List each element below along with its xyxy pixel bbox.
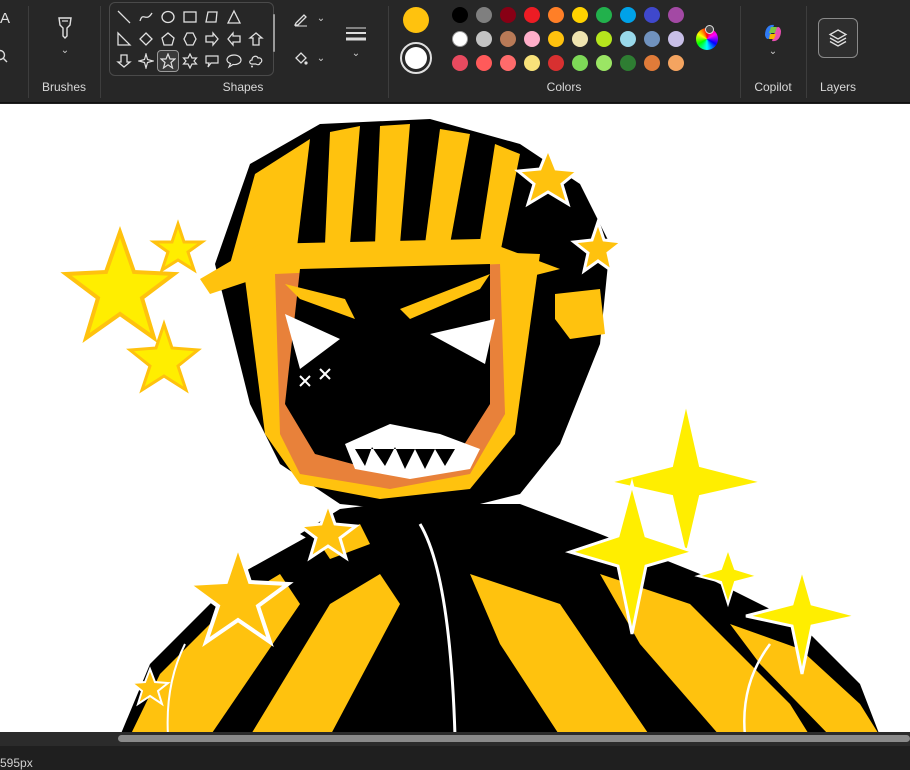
palette-swatch[interactable] <box>596 31 612 47</box>
chevron-down-icon: ⌄ <box>316 53 326 64</box>
palette-swatch[interactable] <box>572 55 588 71</box>
layers-icon <box>828 29 848 47</box>
palette-swatch[interactable] <box>548 7 564 23</box>
six-point-star-shape-icon[interactable] <box>180 51 200 71</box>
status-bar: 595px <box>0 746 910 770</box>
shapes-gallery-scrollbar[interactable] <box>273 14 275 52</box>
ribbon-separator <box>28 6 29 98</box>
up-arrow-shape-icon[interactable] <box>246 29 266 49</box>
palette-swatch[interactable] <box>524 7 540 23</box>
brushes-button[interactable]: ⌄ <box>48 10 82 62</box>
line-size-icon <box>346 27 366 41</box>
palette-swatch[interactable] <box>620 7 636 23</box>
colors-group-label: Colors <box>546 80 582 94</box>
diamond-shape-icon[interactable] <box>136 29 156 49</box>
ribbon-toolbar: A ⌄ Brushes Shapes ⌄ ⌄ ⌄ Colors ⌄ Copilo… <box>0 0 910 103</box>
palette-swatch[interactable] <box>572 7 588 23</box>
oval-shape-icon[interactable] <box>158 7 178 27</box>
star <box>126 319 202 394</box>
shapes-group-label: Shapes <box>222 80 264 94</box>
palette-swatch[interactable] <box>596 55 612 71</box>
palette-swatch[interactable] <box>452 55 468 71</box>
size-button[interactable]: ⌄ <box>340 20 372 64</box>
fill-bucket-icon <box>294 52 308 65</box>
palette-swatch[interactable] <box>644 7 660 23</box>
chevron-down-icon: ⌄ <box>60 45 70 56</box>
edit-colors-dot <box>705 25 714 34</box>
palette-swatch[interactable] <box>476 31 492 47</box>
shape-outline-button[interactable]: ⌄ <box>288 8 330 30</box>
horizontal-scrollbar-thumb[interactable] <box>118 735 910 742</box>
secondary-color-swatch[interactable] <box>405 47 427 69</box>
oval-callout-shape-icon[interactable] <box>224 51 244 71</box>
rectangle-shape-icon[interactable] <box>180 7 200 27</box>
brush-icon <box>58 17 72 39</box>
rect-callout-shape-icon[interactable] <box>202 51 222 71</box>
palette-swatch[interactable] <box>476 7 492 23</box>
palette-swatch[interactable] <box>668 7 684 23</box>
line-shape-icon[interactable] <box>114 7 134 27</box>
left-arrow-shape-icon[interactable] <box>224 29 244 49</box>
palette-swatch[interactable] <box>644 55 660 71</box>
star <box>149 219 207 274</box>
horizontal-scrollbar[interactable] <box>0 732 910 746</box>
layers-button[interactable] <box>818 18 858 58</box>
layers-group-label: Layers <box>819 80 857 94</box>
copilot-group-label: Copilot <box>754 80 792 94</box>
chevron-down-icon: ⌄ <box>316 13 326 24</box>
triangle-shape-icon[interactable] <box>224 7 244 27</box>
canvas-size-text: 595px <box>0 756 33 770</box>
ribbon-separator <box>740 6 741 98</box>
partial-text-tool[interactable]: A <box>0 10 14 30</box>
palette-swatch[interactable] <box>548 55 564 71</box>
shape-fill-button[interactable]: ⌄ <box>288 48 330 70</box>
palette-swatch[interactable] <box>452 7 468 23</box>
star <box>60 225 180 343</box>
paint-window: A ⌄ Brushes Shapes ⌄ ⌄ ⌄ Colors ⌄ Copilo… <box>0 0 910 770</box>
ribbon-separator <box>388 6 389 98</box>
right-triangle-shape-icon[interactable] <box>114 29 134 49</box>
cloud-callout-shape-icon[interactable] <box>246 51 266 71</box>
palette-swatch[interactable] <box>596 7 612 23</box>
palette-swatch[interactable] <box>668 55 684 71</box>
hexagon-shape-icon[interactable] <box>180 29 200 49</box>
copilot-icon <box>765 24 781 42</box>
palette-swatch[interactable] <box>500 31 516 47</box>
palette-swatch[interactable] <box>572 31 588 47</box>
palette-swatch[interactable] <box>476 55 492 71</box>
shapes-gallery <box>109 2 274 76</box>
palette-swatch[interactable] <box>620 31 636 47</box>
five-point-star-shape-icon[interactable] <box>157 50 179 72</box>
right-arrow-shape-icon[interactable] <box>202 29 222 49</box>
ribbon-separator <box>100 6 101 98</box>
down-arrow-shape-icon[interactable] <box>114 51 134 71</box>
drawing-canvas[interactable] <box>0 104 910 736</box>
brushes-group-label: Brushes <box>41 80 87 94</box>
ribbon-separator <box>806 6 807 98</box>
primary-color-swatch[interactable] <box>403 7 429 33</box>
artwork <box>60 119 880 736</box>
palette-swatch[interactable] <box>620 55 636 71</box>
pentagon-shape-icon[interactable] <box>158 29 178 49</box>
palette-swatch[interactable] <box>524 55 540 71</box>
four-point-star-shape-icon[interactable] <box>136 51 156 71</box>
polygon-shape-icon[interactable] <box>202 7 222 27</box>
palette-swatch[interactable] <box>524 31 540 47</box>
palette-swatch[interactable] <box>452 31 468 47</box>
zoom-icon[interactable] <box>0 48 10 64</box>
palette-swatch[interactable] <box>548 31 564 47</box>
pen-outline-icon <box>293 14 307 27</box>
palette-swatch[interactable] <box>500 7 516 23</box>
chevron-down-icon: ⌄ <box>351 48 361 59</box>
edit-colors-button[interactable] <box>696 25 718 50</box>
curve-shape-icon[interactable] <box>136 7 156 27</box>
copilot-button[interactable]: ⌄ <box>756 16 790 62</box>
palette-swatch[interactable] <box>644 31 660 47</box>
palette-swatch[interactable] <box>500 55 516 71</box>
chevron-down-icon: ⌄ <box>768 46 778 57</box>
palette-swatch[interactable] <box>668 31 684 47</box>
